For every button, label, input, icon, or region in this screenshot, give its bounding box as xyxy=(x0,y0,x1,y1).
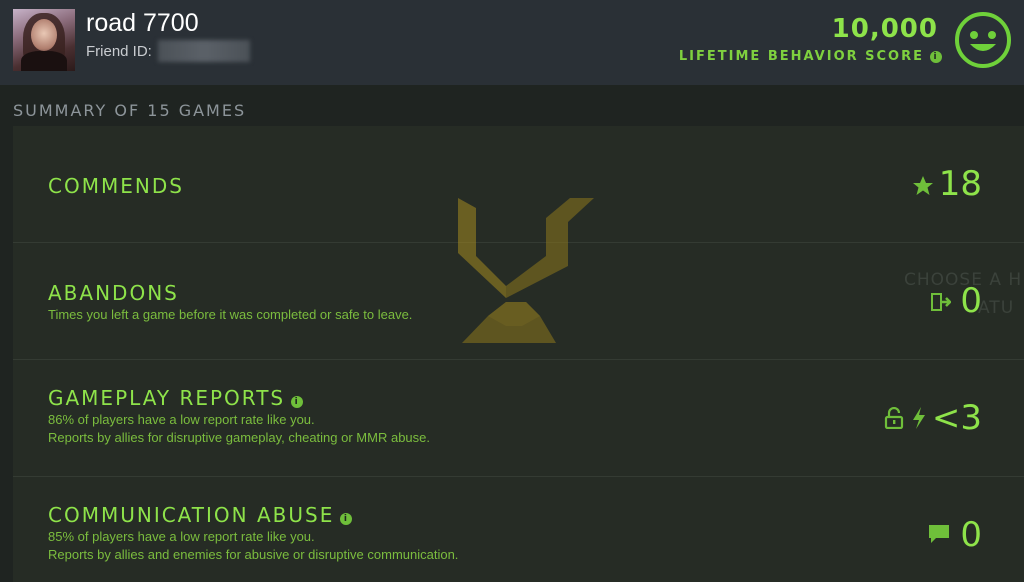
lightning-icon xyxy=(913,407,925,429)
behavior-score-label: LIFETIME BEHAVIOR SCORE i xyxy=(679,49,942,64)
friend-id-redacted xyxy=(158,40,250,62)
gameplay-reports-desc-2: Reports by allies for disruptive gamepla… xyxy=(48,430,430,445)
commends-value: 18 xyxy=(938,164,982,204)
gameplay-reports-desc-1: 86% of players have a low report rate li… xyxy=(48,412,315,427)
behavior-score-value: 10,000 xyxy=(831,14,938,44)
user-avatar[interactable] xyxy=(13,9,75,71)
star-thumb-icon xyxy=(913,176,933,195)
summary-title: SUMMARY OF 15 GAMES xyxy=(13,101,247,120)
profile-header: road 7700 Friend ID: 10,000 LIFETIME BEH… xyxy=(0,0,1024,85)
communication-abuse-desc-1: 85% of players have a low report rate li… xyxy=(48,529,315,544)
info-icon[interactable]: i xyxy=(340,513,353,525)
behavior-score-label-text: LIFETIME BEHAVIOR SCORE xyxy=(678,49,924,64)
username: road 7700 xyxy=(86,9,199,37)
chat-bubble-icon xyxy=(929,525,949,543)
communication-abuse-value: 0 xyxy=(960,515,982,555)
info-icon[interactable]: i xyxy=(930,51,942,63)
communication-abuse-title-text: COMMUNICATION ABUSE xyxy=(48,503,335,527)
background-text: ATU xyxy=(978,298,1015,318)
unlock-icon xyxy=(884,407,904,429)
communication-abuse-title: COMMUNICATION ABUSE i xyxy=(48,503,353,527)
exit-door-icon xyxy=(931,293,951,311)
friend-id-label: Friend ID: xyxy=(86,43,152,60)
communication-abuse-desc-2: Reports by allies and enemies for abusiv… xyxy=(48,547,459,562)
gameplay-reports-value: <3 xyxy=(931,398,982,438)
gameplay-reports-row: GAMEPLAY REPORTS i 86% of players have a … xyxy=(13,360,1024,477)
summary-panel: COMMENDS 18 ABANDONS Times you left a ga… xyxy=(13,126,1024,582)
info-icon[interactable]: i xyxy=(291,396,304,408)
gameplay-reports-title: GAMEPLAY REPORTS i xyxy=(48,386,304,410)
gameplay-reports-title-text: GAMEPLAY REPORTS xyxy=(48,386,286,410)
abandons-description: Times you left a game before it was comp… xyxy=(48,307,413,322)
background-text: CHOOSE A H xyxy=(904,270,1023,290)
communication-abuse-row: COMMUNICATION ABUSE i 85% of players have… xyxy=(13,477,1024,582)
smiley-face-icon xyxy=(955,12,1011,68)
abandons-title: ABANDONS xyxy=(48,281,179,305)
dota-logo-watermark xyxy=(458,198,594,343)
commends-title: COMMENDS xyxy=(48,174,184,198)
